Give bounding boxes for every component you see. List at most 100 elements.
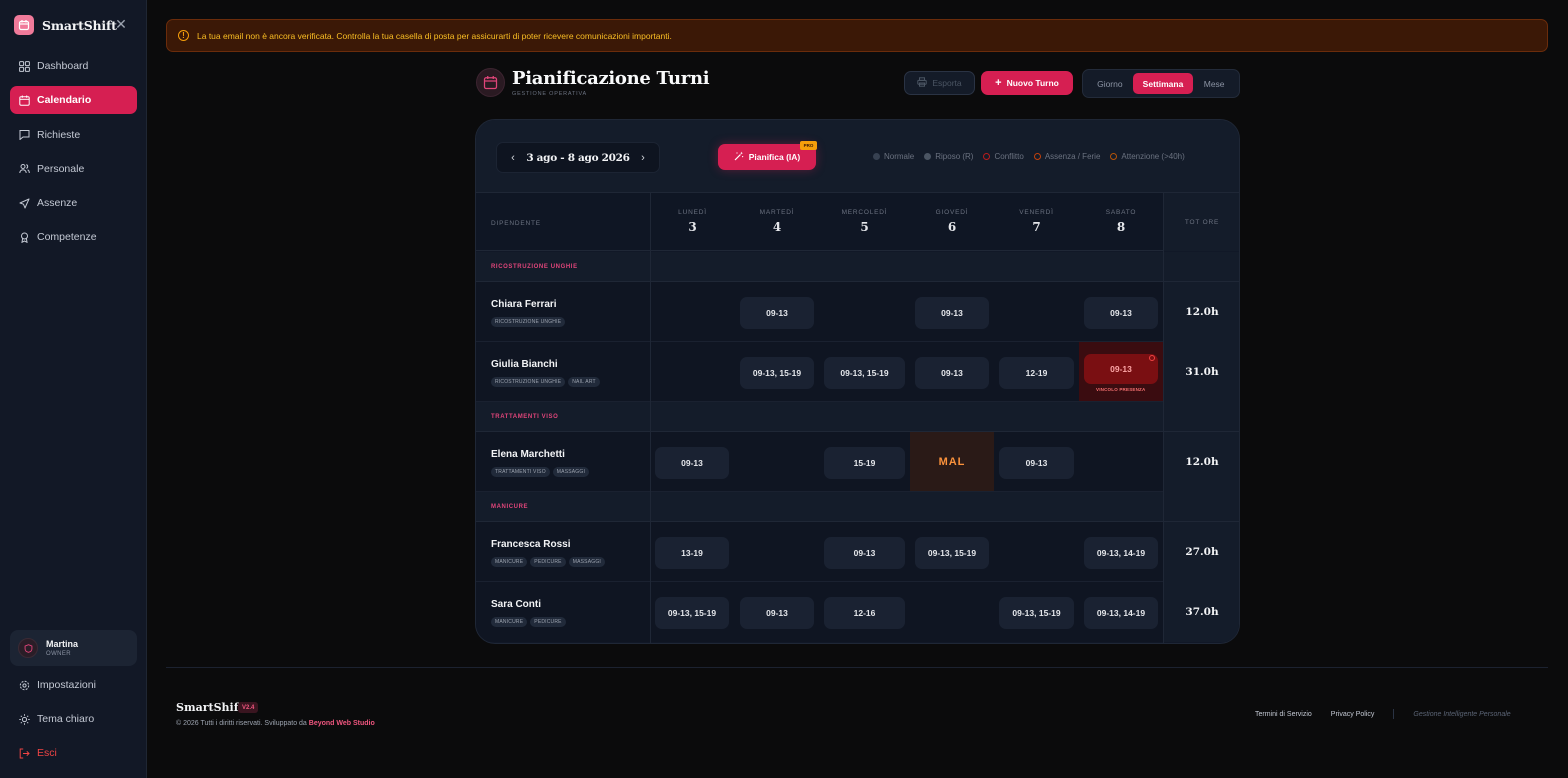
employee-name[interactable]: Giulia Bianchi [491, 359, 558, 370]
employee-row: Chiara Ferrari RICOSTRUZIONE UNGHIE 09-1… [476, 282, 1239, 342]
shift-cell[interactable]: 12-16 [824, 597, 905, 629]
legend-label: Conflitto [994, 152, 1024, 161]
shift-cell[interactable]: 09-13, 14-19 [1084, 537, 1158, 569]
sidebar-nav: Dashboard Calendario Richieste Personale… [10, 52, 137, 258]
day-header[interactable]: VENERDÌ 7 [994, 193, 1079, 251]
column-divider [1163, 193, 1164, 643]
shift-cell[interactable]: 09-13, 15-19 [655, 597, 729, 629]
grid-header: DIPENDENTE LUNEDÌ 3 MARTEDÌ 4 MERCOLEDÌ 5 G… [476, 193, 1239, 251]
shift-cell[interactable]: 09-13 [740, 297, 814, 329]
shift-cell[interactable]: 09-13, 15-19 [740, 357, 814, 389]
sidebar-item-label: Personale [37, 162, 85, 175]
terms-link[interactable]: Termini di Servizio [1255, 711, 1312, 718]
sidebar-item-dashboard[interactable]: Dashboard [10, 52, 137, 80]
conflict-note: VINCOLO PRESENZA [1096, 387, 1146, 392]
shift-cell[interactable]: 09-13 [999, 447, 1074, 479]
employee-name[interactable]: Chiara Ferrari [491, 299, 557, 310]
footer-copyright: © 2026 Tutti i diritti riservati. Svilup… [176, 720, 375, 727]
printer-icon [917, 77, 928, 89]
skill-tag: RICOSTRUZIONE UNGHIE [491, 377, 566, 387]
sidebar-item-label: Richieste [37, 128, 81, 141]
day-header[interactable]: MARTEDÌ 4 [735, 193, 819, 251]
gear-icon [18, 679, 30, 691]
employee-row: Francesca Rossi MANICURE PEDICURE MASSAG… [476, 522, 1239, 582]
employee-name[interactable]: Elena Marchetti [491, 449, 565, 460]
conflict-shift-cell[interactable]: 09-13 [1084, 354, 1158, 384]
view-month-option[interactable]: Mese [1193, 73, 1235, 94]
alert-circle-icon: ! [178, 30, 189, 41]
sidebar-item-calendario[interactable]: Calendario [10, 86, 137, 115]
view-week-option[interactable]: Settimana [1132, 73, 1194, 94]
skill-tag: MASSAGGI [568, 557, 605, 567]
message-icon [18, 129, 30, 141]
chevron-left-icon[interactable]: ‹ [507, 152, 519, 164]
skill-tag: TRATTAMENTI VISO [491, 467, 550, 477]
shift-cell[interactable]: 09-13, 15-19 [824, 357, 905, 389]
day-header[interactable]: GIOVEDÌ 6 [910, 193, 994, 251]
sidebar-item-personale[interactable]: Personale [10, 155, 137, 183]
sidebar-item-tema-chiaro[interactable]: Tema chiaro [10, 705, 137, 733]
user-role: OWNER [46, 651, 71, 657]
privacy-link[interactable]: Privacy Policy [1331, 711, 1375, 718]
sidebar-item-assenze[interactable]: Assenze [10, 189, 137, 217]
brand[interactable]: SmartShift [14, 15, 117, 35]
logout-icon [18, 747, 30, 759]
shift-cell[interactable]: 09-13, 14-19 [1084, 597, 1158, 629]
skill-tag: MANICURE [491, 617, 528, 627]
view-day-option[interactable]: Giorno [1087, 73, 1133, 94]
employee-name[interactable]: Sara Conti [491, 599, 541, 610]
shift-cell[interactable]: 12-19 [999, 357, 1074, 389]
legend-item-rest: Riposo (R) [924, 152, 973, 161]
shift-cell[interactable]: 09-13 [1084, 297, 1158, 329]
day-name: MERCOLEDÌ [841, 209, 888, 216]
shift-cell[interactable]: 09-13 [824, 537, 905, 569]
shift-cell[interactable]: 09-13 [740, 597, 814, 629]
users-icon [18, 163, 30, 175]
day-number: 8 [1116, 220, 1126, 234]
chevron-right-icon[interactable]: › [637, 152, 649, 164]
email-verification-alert: ! La tua email non è ancora verificata. … [166, 19, 1548, 52]
employee-tags: RICOSTRUZIONE UNGHIE [491, 317, 566, 327]
sun-icon [18, 713, 30, 725]
legend: Normale Riposo (R) Conflitto Assenza / F… [873, 152, 1185, 161]
shift-cell[interactable]: 09-13, 15-19 [999, 597, 1074, 629]
day-header[interactable]: LUNEDÌ 3 [650, 193, 735, 251]
total-hours: 37.0h [1163, 582, 1239, 642]
legend-item-conflict: Conflitto [983, 152, 1024, 161]
day-header[interactable]: SABATO 8 [1079, 193, 1163, 251]
absence-cell[interactable]: MAL [910, 432, 994, 491]
sidebar-item-impostazioni[interactable]: Impostazioni [10, 671, 137, 699]
sidebar-item-label: Impostazioni [37, 679, 96, 691]
ai-schedule-label: Pianifica (IA) [748, 152, 801, 162]
sidebar: SmartShift ✕ Dashboard Calendario Richie… [0, 0, 147, 778]
day-header[interactable]: MERCOLEDÌ 5 [819, 193, 910, 251]
close-icon[interactable]: ✕ [114, 17, 128, 31]
user-card[interactable]: Martina OWNER [10, 630, 137, 666]
sidebar-item-label: Tema chiaro [37, 713, 95, 725]
skill-tag: RICOSTRUZIONE UNGHIE [491, 317, 566, 327]
sidebar-item-label: Calendario [37, 94, 92, 107]
export-button[interactable]: Esporta [904, 71, 975, 95]
new-shift-button[interactable]: + Nuovo Turno [981, 71, 1073, 95]
studio-link[interactable]: Beyond Web Studio [309, 720, 375, 727]
shift-cell[interactable]: 15-19 [824, 447, 905, 479]
shield-icon [18, 638, 38, 658]
shift-cell[interactable]: 09-13, 15-19 [915, 537, 989, 569]
sidebar-item-esci[interactable]: Esci [10, 739, 137, 767]
plus-icon: + [995, 77, 1002, 89]
sidebar-item-richieste[interactable]: Richieste [10, 121, 137, 149]
calendar-icon [476, 68, 505, 97]
shift-cell[interactable]: 13-19 [655, 537, 729, 569]
sidebar-item-label: Competenze [37, 231, 97, 244]
footer-separator [1393, 709, 1395, 719]
plane-icon [18, 197, 30, 209]
legend-label: Normale [884, 152, 915, 161]
shift-cell[interactable]: 09-13 [655, 447, 729, 479]
version-badge: V2.4 [238, 702, 259, 713]
employee-name[interactable]: Francesca Rossi [491, 539, 571, 550]
new-shift-label: Nuovo Turno [1006, 78, 1059, 88]
day-name: VENERDÌ [1019, 209, 1054, 216]
sidebar-item-competenze[interactable]: Competenze [10, 223, 137, 251]
shift-cell[interactable]: 09-13 [915, 357, 989, 389]
shift-cell[interactable]: 09-13 [915, 297, 989, 329]
